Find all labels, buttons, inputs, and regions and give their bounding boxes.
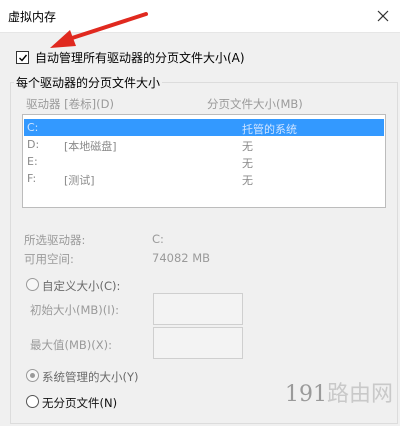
checkmark-icon [18, 54, 27, 62]
selected-drive-label: 所选驱动器: [24, 233, 86, 247]
close-icon [377, 10, 389, 22]
close-button[interactable] [366, 0, 400, 32]
drive-size: 无 [242, 157, 253, 170]
drive-row-e[interactable]: E: 无 [24, 153, 384, 170]
radio-dot [30, 373, 35, 378]
drive-list[interactable]: C: 托管的系统 D: [本地磁盘] 无 E: 无 F: [测试] 无 [22, 114, 386, 208]
drive-size: 托管的系统 [242, 123, 297, 136]
drive-row-f[interactable]: F: [测试] 无 [24, 170, 384, 187]
drive-letter: C: [27, 121, 39, 134]
system-managed-label: 系统管理的大小(Y) [42, 370, 139, 384]
drive-row-c[interactable]: C: 托管的系统 [24, 119, 384, 136]
drive-label: [测试] [64, 174, 95, 187]
selected-drive-value: C: [152, 232, 164, 246]
auto-manage-checkbox-row[interactable]: 自动管理所有驱动器的分页文件大小(A) [16, 49, 245, 66]
initial-size-label: 初始大小(MB)(I): [30, 303, 120, 317]
group-legend: 每个驱动器的分页文件大小 [14, 74, 163, 91]
free-space-label: 可用空间: [24, 252, 74, 266]
site-watermark: 191路由网 [285, 376, 393, 408]
free-space-value: 74082 MB [152, 251, 211, 265]
max-size-label: 最大值(MB)(X): [30, 338, 113, 352]
watermark-text: 路由网 [327, 382, 394, 407]
custom-size-radio[interactable] [26, 278, 39, 291]
max-size-input[interactable] [153, 327, 243, 359]
system-managed-radio[interactable] [26, 369, 39, 382]
drive-letter: E: [27, 155, 38, 168]
size-column-header: 分页文件大小(MB) [207, 97, 303, 111]
drive-size: 无 [242, 140, 253, 153]
custom-size-label: 自定义大小(C): [42, 279, 121, 293]
drive-label: [本地磁盘] [64, 140, 117, 153]
drive-row-d[interactable]: D: [本地磁盘] 无 [24, 136, 384, 153]
no-paging-label: 无分页文件(N) [42, 396, 118, 410]
drive-letter: D: [27, 138, 40, 151]
auto-manage-checkbox[interactable] [16, 51, 29, 64]
initial-size-input[interactable] [153, 293, 243, 325]
no-paging-radio[interactable] [26, 395, 39, 408]
drive-column-header: 驱动器 [卷标](D) [26, 97, 114, 111]
auto-manage-label: 自动管理所有驱动器的分页文件大小(A) [35, 51, 245, 65]
drive-size: 无 [242, 174, 253, 187]
watermark-number: 191 [285, 382, 327, 407]
drive-letter: F: [27, 172, 37, 185]
